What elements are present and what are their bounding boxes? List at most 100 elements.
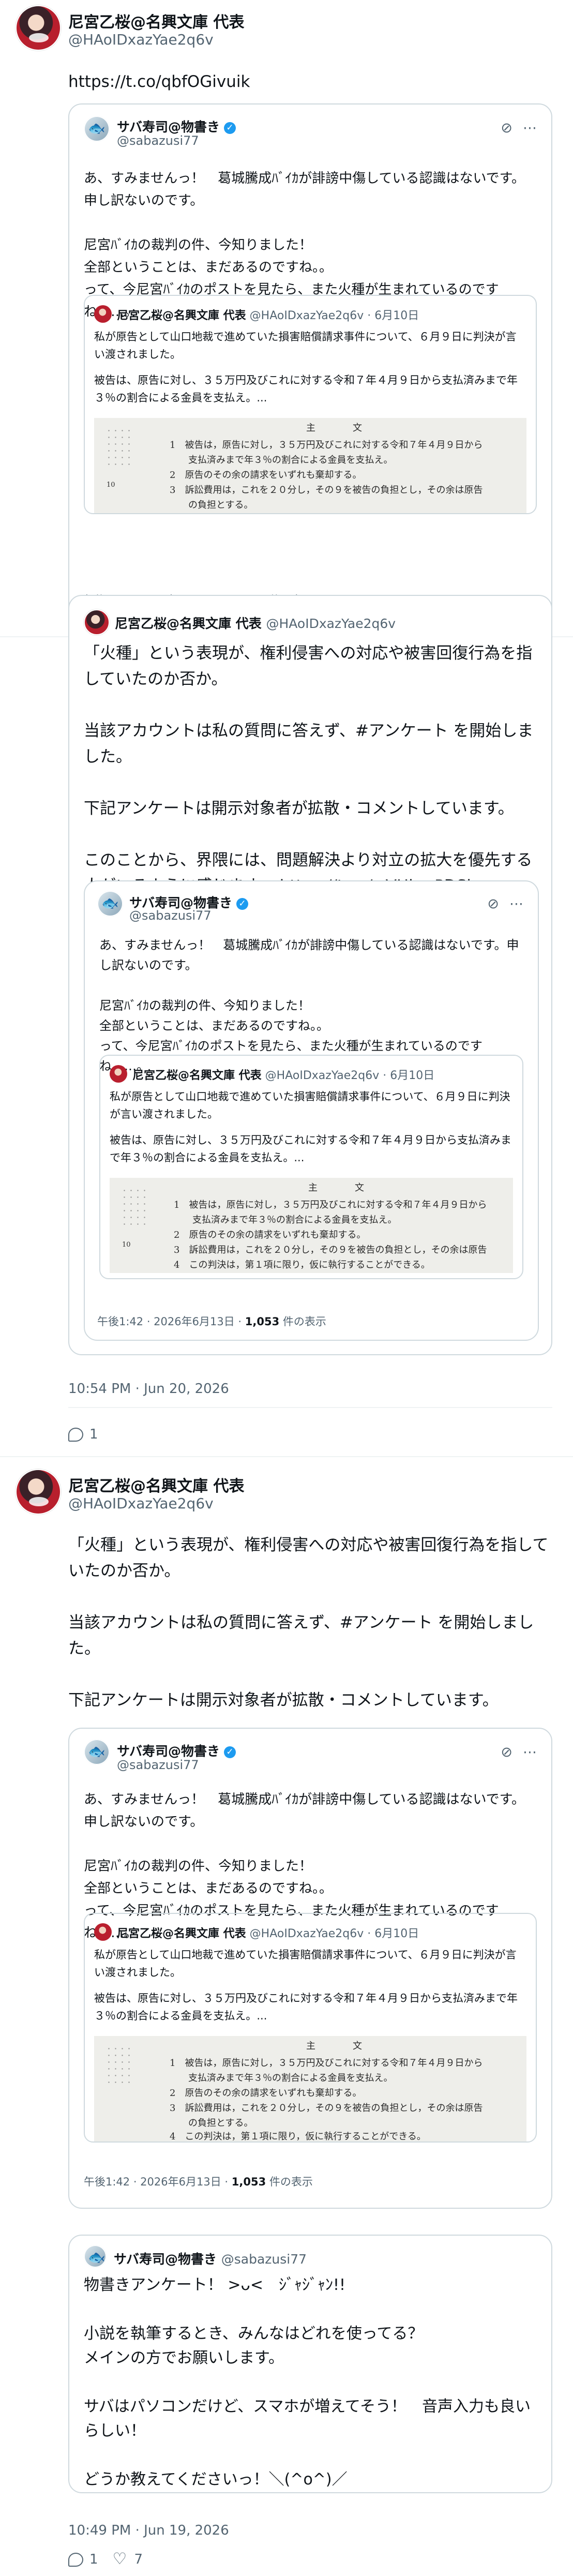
- post-divider: [0, 1456, 573, 1457]
- judgment-item-3b: の負担とする。: [170, 2118, 253, 2129]
- saba-post-stats: 午後1:42 · 2026年6月13日 · 1,053 件の表示: [97, 1315, 326, 1328]
- grok-icon[interactable]: ⊘: [487, 896, 499, 912]
- verified-icon: ✓: [224, 122, 236, 134]
- post-3-timestamp[interactable]: 10:49 PM · Jun 19, 2026: [68, 2523, 229, 2538]
- like-count: 7: [134, 2552, 143, 2567]
- judgment-item-2: 2 原告のその余の請求をいずれも棄却する。: [170, 470, 362, 481]
- judgment-item-1: 1 被告は，原告に対し，３５万円及びこれに対する令和７年４月９日から: [170, 440, 483, 451]
- reply-count: 1: [89, 1427, 98, 1442]
- saba-handle[interactable]: @sabazusi77: [117, 1758, 199, 1772]
- survey-author-line[interactable]: サバ寿司@物書き @sabazusi77: [114, 2249, 307, 2268]
- thread-post-2: 尼宮乙桜@名興文庫 代表 @HAoIDxazYae2q6v 「火種」という表現が…: [0, 595, 573, 1442]
- grok-icon[interactable]: ⊘: [501, 1744, 512, 1760]
- judgment-item-3b: の負担とする。: [170, 500, 253, 511]
- quoted-author-avatar[interactable]: [110, 1065, 127, 1083]
- verified-icon: ✓: [236, 898, 249, 910]
- survey-post-text: 物書きアンケート！ >ᴗ< ｼﾞｬｼﾞｬﾝ!! 小説を執筆するとき、みんなはどれ…: [84, 2276, 531, 2489]
- judgment-item-2: 2 原告のその余の請求をいずれも棄却する。: [174, 1230, 366, 1240]
- quoted-author-avatar[interactable]: [94, 1923, 112, 1941]
- quoted-author-line[interactable]: 尼宮乙桜@名興文庫 代表 @HAoIDxazYae2q6v · 6月10日: [117, 1924, 419, 1941]
- judgment-item-4: 4 この判決は，第１項に限り，仮に執行することができる。: [170, 2131, 426, 2141]
- judgment-item-3: 3 訴訟費用は，これを２０分し，その９を被告の負担とし，その余は原告: [170, 2103, 483, 2114]
- quoted-lawsuit-line-1: 私が原告として山口地裁で進めていた損害賠償請求事件について、６月９日に判決が言い…: [110, 1090, 510, 1120]
- nested-thread-card: 尼宮乙桜@名興文庫 代表 @HAoIDxazYae2q6v 「火種」という表現が…: [68, 595, 552, 1355]
- judgment-item-1: 1 被告は，原告に対し，３５万円及びこれに対する令和７年４月９日から: [170, 2058, 483, 2069]
- more-icon[interactable]: ⋯: [509, 896, 523, 912]
- judgment-header: 主 文: [306, 423, 362, 433]
- author-name[interactable]: 尼宮乙桜@名興文庫 代表: [68, 9, 244, 32]
- post-divider: [68, 1407, 552, 1408]
- quoted-survey-post[interactable]: サバ寿司@物書き @sabazusi77 物書きアンケート！ >ᴗ< ｼﾞｬｼﾞ…: [68, 2235, 552, 2493]
- judgment-item-1b: 支払済みまで年３％の割合による金員を支払え。: [170, 455, 393, 466]
- judgment-image[interactable]: 主 文 10 1 被告は，原告に対し，３５万円及びこれに対する令和７年４月９日か…: [94, 418, 526, 513]
- quoted-author-line[interactable]: 尼宮乙桜@名興文庫 代表 @HAoIDxazYae2q6v · 6月10日: [117, 306, 419, 323]
- author-handle[interactable]: @HAoIDxazYae2q6v: [68, 1495, 214, 1512]
- author-avatar[interactable]: [84, 609, 117, 647]
- quoted-lawsuit-line-2: 被告は、原告に対し、３５万円及びこれに対する令和７年４月９日から支払済みまで年３…: [94, 1992, 518, 2022]
- judgment-item-3: 3 訴訟費用は，これを２０分し，その９を被告の負担とし，その余は原告: [170, 485, 483, 496]
- post-actions-top: ⊘ ⋯: [501, 120, 537, 136]
- survey-author-avatar[interactable]: [84, 2245, 107, 2268]
- quoted-lawsuit-post[interactable]: 尼宮乙桜@名興文庫 代表 @HAoIDxazYae2q6v · 6月10日 私が…: [84, 295, 537, 514]
- quoted-lawsuit-line-1: 私が原告として山口地裁で進めていた損害賠償請求事件について、６月９日に判決が言い…: [94, 1949, 517, 1979]
- author-avatar[interactable]: [16, 1469, 61, 1515]
- grok-icon[interactable]: ⊘: [501, 120, 512, 136]
- post-2-text: 「火種」という表現が、権利侵害への対応や被害回復行為を指していたのか否か。 当該…: [84, 644, 534, 895]
- author-avatar[interactable]: [16, 5, 61, 51]
- saba-handle[interactable]: @sabazusi77: [129, 908, 212, 923]
- comment-icon: [68, 1427, 83, 1442]
- more-icon[interactable]: ⋯: [523, 1744, 537, 1760]
- reply-count: 1: [89, 2552, 98, 2567]
- author-name[interactable]: 尼宮乙桜@名興文庫 代表 @HAoIDxazYae2q6v: [115, 613, 396, 632]
- reply-button[interactable]: 1: [68, 1427, 98, 1442]
- quoted-lawsuit-post[interactable]: 尼宮乙桜@名興文庫 代表 @HAoIDxazYae2q6v · 6月10日 私が…: [84, 1913, 537, 2143]
- quoted-post-saba-3[interactable]: サバ寿司@物書き✓ @sabazusi77 ⊘ ⋯ あ、すみませんっ！ 葛城騰成…: [68, 1728, 552, 2209]
- quoted-lawsuit-line-2: 被告は、原告に対し、３５万円及びこれに対する令和７年４月９日から支払済みまで年３…: [110, 1134, 511, 1164]
- quoted-author-line[interactable]: 尼宮乙桜@名興文庫 代表 @HAoIDxazYae2q6v · 6月10日: [132, 1066, 434, 1083]
- judgment-item-4: 4 この判決は，第１項に限り，仮に執行することができる。: [174, 1260, 430, 1270]
- judgment-item-1: 1 被告は，原告に対し，３５万円及びこれに対する令和７年４月９日から: [174, 1200, 487, 1210]
- heart-icon: [113, 2550, 128, 2568]
- judgment-image[interactable]: 主 文 1 被告は，原告に対し，３５万円及びこれに対する令和７年４月９日から 支…: [94, 2036, 526, 2141]
- author-handle[interactable]: @HAoIDxazYae2q6v: [68, 31, 214, 48]
- more-icon[interactable]: ⋯: [523, 120, 537, 136]
- saba-post-stats: 午後1:42 · 2026年6月13日 · 1,053 件の表示: [84, 2176, 313, 2188]
- judgment-item-2: 2 原告のその余の請求をいずれも棄却する。: [170, 2088, 362, 2099]
- judgment-image[interactable]: 主 文 10 1 被告は，原告に対し，３５万円及びこれに対する令和７年４月９日か…: [110, 1178, 513, 1273]
- quoted-lawsuit-post[interactable]: 尼宮乙桜@名興文庫 代表 @HAoIDxazYae2q6v · 6月10日 私が…: [99, 1055, 523, 1279]
- post-3-actions: 1 7: [68, 2550, 143, 2569]
- saba-name[interactable]: サバ寿司@物書き ✓: [117, 1741, 236, 1760]
- judgment-header: 主 文: [308, 1182, 364, 1193]
- quoted-author-avatar[interactable]: [94, 305, 112, 323]
- saba-avatar[interactable]: [97, 891, 123, 917]
- post-2-actions: 1: [68, 1425, 98, 1444]
- author-name[interactable]: 尼宮乙桜@名興文庫 代表: [68, 1473, 244, 1496]
- judgment-header: 主 文: [306, 2041, 362, 2051]
- judgment-page-number: 10: [107, 481, 115, 489]
- thread-post-3: 尼宮乙桜@名興文庫 代表 @HAoIDxazYae2q6v 「火種」という表現が…: [0, 1456, 573, 2576]
- post-actions-top: ⊘ ⋯: [501, 1744, 537, 1760]
- post-link[interactable]: https://t.co/qbfOGivuik: [68, 69, 250, 95]
- post-actions-top: ⊘ ⋯: [487, 896, 523, 912]
- comment-icon: [68, 2552, 83, 2567]
- post-2-timestamp[interactable]: 10:54 PM · Jun 20, 2026: [68, 1381, 229, 1397]
- quoted-lawsuit-line-2: 被告は、原告に対し、３５万円及びこれに対する令和７年４月９日から支払済みまで年３…: [94, 374, 518, 404]
- judgment-page-number: 10: [122, 1241, 131, 1249]
- judgment-item-3: 3 訴訟費用は，これを２０分し，その９を被告の負担とし，その余は原告: [174, 1245, 487, 1255]
- verified-icon: ✓: [224, 1746, 236, 1758]
- quoted-lawsuit-line-1: 私が原告として山口地裁で進めていた損害賠償請求事件について、６月９日に判決が言い…: [94, 331, 517, 361]
- thread-page: 尼宮乙桜@名興文庫 代表 @HAoIDxazYae2q6v https://t.…: [0, 0, 573, 2576]
- reply-button[interactable]: 1: [68, 2552, 98, 2567]
- saba-avatar[interactable]: [84, 1739, 110, 1765]
- judgment-item-1b: 支払済みまで年３％の割合による金員を支払え。: [174, 1215, 397, 1225]
- quoted-post-saba[interactable]: サバ寿司@物書き✓ @sabazusi77 ⊘ ⋯ あ、すみませんっ！ 葛城騰成…: [68, 103, 552, 621]
- saba-handle[interactable]: @sabazusi77: [117, 133, 199, 148]
- judgment-image-dots: [121, 1187, 149, 1229]
- judgment-item-1b: 支払済みまで年３％の割合による金員を支払え。: [170, 2073, 393, 2084]
- saba-avatar[interactable]: [84, 116, 110, 142]
- like-button[interactable]: 7: [113, 2550, 143, 2568]
- judgment-image-dots: [105, 427, 133, 469]
- saba-name[interactable]: サバ寿司@物書き ✓: [117, 117, 236, 136]
- quoted-post-saba-2[interactable]: サバ寿司@物書き✓ @sabazusi77 ⊘ ⋯ あ、すみませんっ！ 葛城騰成…: [84, 880, 539, 1341]
- judgment-image-dots: [105, 2045, 133, 2087]
